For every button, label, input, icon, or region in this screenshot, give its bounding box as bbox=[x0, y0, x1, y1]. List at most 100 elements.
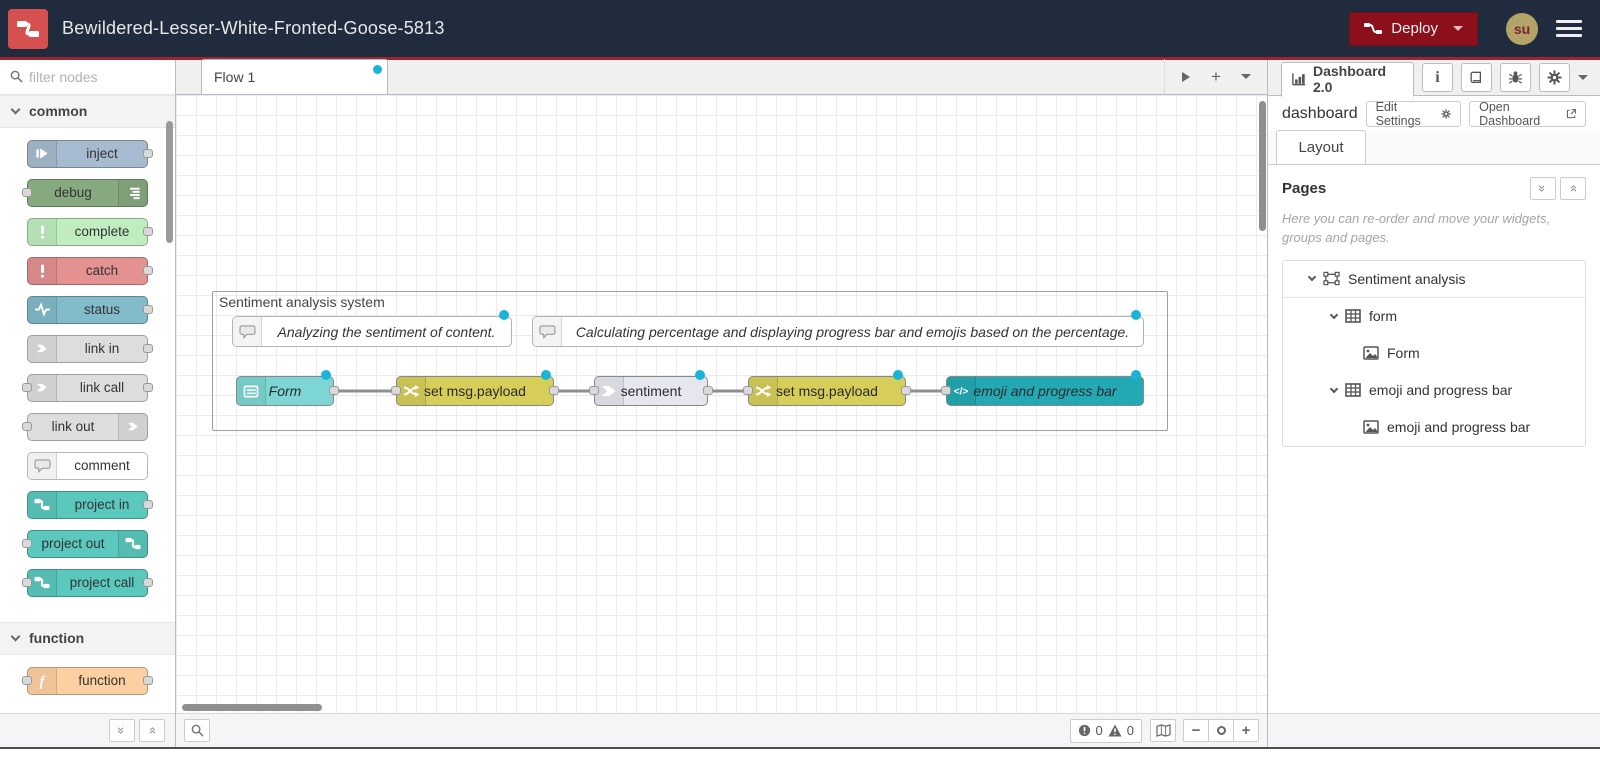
warning-icon bbox=[1108, 724, 1122, 737]
pages-panel: Pages » » Here you can re-order and move… bbox=[1268, 165, 1600, 713]
palette-node-inject[interactable]: inject bbox=[27, 139, 153, 168]
palette-node-project-in[interactable]: project in bbox=[27, 490, 153, 519]
input-port bbox=[22, 577, 32, 587]
sidebar-tab-list-icon[interactable] bbox=[1578, 75, 1588, 80]
output-port[interactable] bbox=[549, 386, 559, 395]
debug-tab-button[interactable] bbox=[1499, 63, 1531, 92]
tree-item-label: emoji and progress bar bbox=[1387, 419, 1531, 436]
tree-item-emoji-and-progress-bar[interactable]: emoji and progress bar bbox=[1283, 409, 1585, 446]
dashboard-header: dashboard Edit Settings Open Dashboard bbox=[1268, 96, 1600, 131]
navigator-button[interactable] bbox=[1150, 719, 1176, 742]
book-icon bbox=[1470, 71, 1482, 83]
tree-item-emoji-and-progress-bar[interactable]: emoji and progress bar bbox=[1283, 372, 1585, 409]
flow-node-set-msg.payload[interactable]: set msg.payload bbox=[391, 370, 559, 406]
palette-node-catch[interactable]: catch bbox=[27, 256, 153, 285]
search-icon bbox=[10, 70, 23, 83]
alert-icon bbox=[28, 218, 57, 245]
tab-dashboard-2[interactable]: Dashboard 2.0 bbox=[1281, 61, 1414, 97]
edit-settings-button[interactable]: Edit Settings bbox=[1365, 100, 1462, 128]
palette-node-complete[interactable]: complete bbox=[27, 217, 153, 246]
deploy-caret-icon[interactable] bbox=[1453, 26, 1463, 31]
comment-icon bbox=[533, 317, 562, 346]
palette-category-function[interactable]: function bbox=[0, 621, 175, 655]
output-port[interactable] bbox=[901, 386, 911, 395]
output-port bbox=[143, 499, 153, 509]
output-port[interactable] bbox=[329, 386, 339, 395]
flow-tabbar: Flow 1 + bbox=[176, 59, 1267, 95]
palette-node-function[interactable]: f function bbox=[22, 666, 153, 695]
comment-text: Analyzing the sentiment of content. bbox=[277, 323, 496, 340]
tab-flow-1[interactable]: Flow 1 bbox=[201, 59, 388, 94]
link-icon bbox=[118, 413, 147, 440]
dashboard-subtabs: Layout bbox=[1268, 130, 1600, 165]
debug-icon bbox=[118, 179, 147, 206]
zoom-out-button[interactable]: − bbox=[1183, 719, 1209, 742]
zoom-reset-button[interactable] bbox=[1208, 719, 1234, 742]
palette-node-project-out[interactable]: project out bbox=[22, 529, 148, 558]
canvas-vscrollbar[interactable] bbox=[1259, 101, 1266, 231]
zoom-controls: − + bbox=[1183, 719, 1259, 742]
open-dashboard-button[interactable]: Open Dashboard bbox=[1469, 100, 1586, 128]
tab-scroll-right-button[interactable] bbox=[1173, 65, 1199, 88]
flow-canvas[interactable]: Sentiment analysis system Analyzing the s… bbox=[176, 95, 1267, 713]
flow-node-set-msg.payload[interactable]: set msg.payload bbox=[743, 370, 911, 406]
comment-node[interactable]: Calculating percentage and displaying pr… bbox=[532, 310, 1144, 347]
input-port[interactable] bbox=[941, 386, 951, 395]
palette-collapse-all-button[interactable]: » bbox=[109, 719, 135, 742]
help-tab-button[interactable] bbox=[1460, 63, 1492, 92]
chevron-down-icon[interactable] bbox=[1329, 384, 1339, 393]
palette-node-status[interactable]: status bbox=[27, 295, 153, 324]
main-menu-icon[interactable] bbox=[1556, 16, 1582, 41]
tree-item-Form[interactable]: Form bbox=[1283, 335, 1585, 372]
deploy-icon bbox=[1364, 23, 1383, 34]
chevron-down-icon[interactable] bbox=[1329, 310, 1339, 319]
zoom-in-button[interactable]: + bbox=[1233, 719, 1259, 742]
flow-list-button[interactable] bbox=[1233, 65, 1259, 88]
palette-search-placeholder: filter nodes bbox=[29, 68, 98, 85]
palette-node-project-call[interactable]: project call bbox=[22, 568, 153, 597]
flow-node-emoji-and-progress-bar[interactable]: </> emoji and progress bar bbox=[941, 370, 1144, 406]
deploy-button[interactable]: Deploy bbox=[1349, 11, 1478, 46]
changed-dot bbox=[1131, 310, 1141, 320]
config-tab-button[interactable] bbox=[1538, 63, 1570, 92]
palette-node-debug[interactable]: debug bbox=[22, 178, 148, 207]
changed-dot bbox=[893, 370, 903, 380]
palette-node-comment[interactable]: comment bbox=[27, 451, 148, 480]
palette: filter nodes common inject debug complete ca… bbox=[0, 60, 176, 747]
palette-expand-all-button[interactable]: » bbox=[139, 719, 165, 742]
input-port[interactable] bbox=[743, 386, 753, 395]
input-port[interactable] bbox=[391, 386, 401, 395]
flow-node-Form[interactable]: Form bbox=[236, 370, 339, 406]
tab-layout[interactable]: Layout bbox=[1276, 130, 1366, 164]
comment-icon bbox=[233, 317, 262, 346]
pages-collapse-all-button[interactable]: » bbox=[1530, 177, 1556, 200]
input-port[interactable] bbox=[589, 386, 599, 395]
palette-search[interactable]: filter nodes bbox=[0, 60, 175, 95]
user-avatar[interactable]: su bbox=[1506, 12, 1538, 45]
link-icon bbox=[28, 335, 57, 362]
palette-node-link-out[interactable]: link out bbox=[22, 412, 148, 441]
flow-node-sentiment[interactable]: sentiment bbox=[589, 370, 713, 406]
canvas-hscrollbar[interactable] bbox=[182, 704, 322, 711]
chevron-down-icon[interactable] bbox=[1307, 272, 1317, 282]
flow-tab-label: Flow 1 bbox=[214, 69, 256, 85]
chevron-down-icon bbox=[10, 104, 21, 115]
palette-scrollbar[interactable] bbox=[166, 120, 173, 243]
function-icon: f bbox=[28, 667, 57, 694]
canvas-search-button[interactable] bbox=[184, 719, 210, 742]
tree-item-Sentiment-analysis[interactable]: Sentiment analysis bbox=[1283, 261, 1585, 298]
info-tab-button[interactable]: i bbox=[1421, 63, 1453, 92]
output-port[interactable] bbox=[703, 386, 713, 395]
notification-counts[interactable]: 0 0 bbox=[1069, 718, 1142, 743]
add-flow-button[interactable]: + bbox=[1203, 65, 1229, 88]
chart-icon bbox=[1292, 73, 1306, 86]
changed-dot bbox=[1131, 370, 1141, 380]
tree-item-form[interactable]: form bbox=[1283, 298, 1585, 335]
palette-node-link-call[interactable]: link call bbox=[22, 373, 153, 402]
right-sidebar: Dashboard 2.0 i dashboard Edit Settings … bbox=[1267, 60, 1600, 747]
template-icon: </> bbox=[947, 377, 976, 405]
palette-node-link-in[interactable]: link in bbox=[27, 334, 153, 363]
palette-category-common[interactable]: common bbox=[0, 94, 175, 128]
pages-expand-all-button[interactable]: » bbox=[1560, 177, 1586, 200]
comment-node[interactable]: Analyzing the sentiment of content. bbox=[232, 310, 512, 347]
